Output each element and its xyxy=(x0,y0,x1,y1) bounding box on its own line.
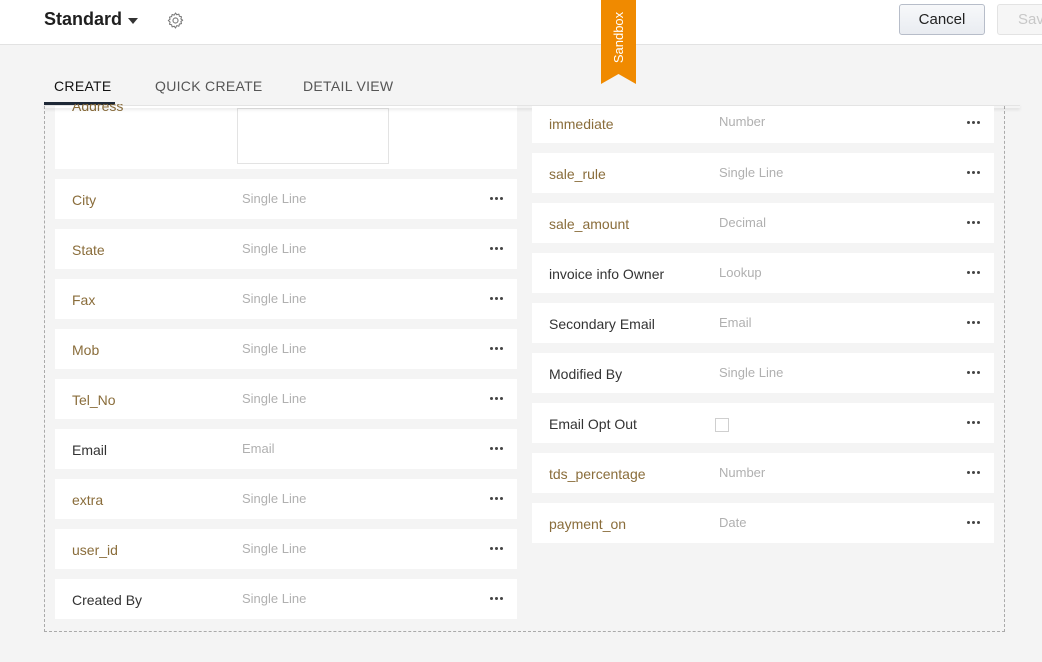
more-options-icon[interactable] xyxy=(490,397,504,401)
field-label: Secondary Email xyxy=(549,316,655,332)
field-label: invoice info Owner xyxy=(549,266,665,282)
field-label: sale_rule xyxy=(549,166,606,182)
more-options-icon[interactable] xyxy=(967,221,981,225)
field-type: Single Line xyxy=(242,541,307,556)
field-label: Email xyxy=(72,442,108,458)
more-options-icon[interactable] xyxy=(490,547,504,551)
field-label: Email Opt Out xyxy=(549,416,637,432)
more-options-icon[interactable] xyxy=(967,371,981,375)
address-field-card[interactable]: Address xyxy=(55,104,517,169)
field-card-fax[interactable]: Fax Single Line xyxy=(55,279,517,319)
address-textarea-preview xyxy=(237,108,389,164)
field-label: Created By xyxy=(72,592,143,608)
chevron-down-icon[interactable] xyxy=(128,18,138,24)
layout-title[interactable]: Standard xyxy=(44,9,122,30)
field-type: Single Line xyxy=(242,241,307,256)
field-card-payment-on[interactable]: payment_on Date xyxy=(532,503,994,543)
field-card-state[interactable]: State Single Line xyxy=(55,229,517,269)
field-label: payment_on xyxy=(549,516,627,532)
field-label: State xyxy=(72,242,105,258)
field-card-immediate[interactable]: immediate Number xyxy=(532,106,994,143)
more-options-icon[interactable] xyxy=(967,421,981,425)
field-type: Number xyxy=(719,114,766,129)
field-type: Single Line xyxy=(242,591,307,606)
field-card-created-by[interactable]: Created By Single Line xyxy=(55,579,517,619)
field-card-tel-no[interactable]: Tel_No Single Line xyxy=(55,379,517,419)
field-card-sale-rule[interactable]: sale_rule Single Line xyxy=(532,153,994,193)
more-options-icon[interactable] xyxy=(490,297,504,301)
tab-detail-view[interactable]: DETAIL VIEW xyxy=(303,78,393,94)
more-options-icon[interactable] xyxy=(490,247,504,251)
field-label: City xyxy=(72,192,97,208)
tab-create[interactable]: CREATE xyxy=(54,78,112,94)
field-label: Mob xyxy=(72,342,100,358)
field-card-secondary-email[interactable]: Secondary Email Email xyxy=(532,303,994,343)
field-label: extra xyxy=(72,492,104,508)
more-options-icon[interactable] xyxy=(967,121,981,125)
field-card-user-id[interactable]: user_id Single Line xyxy=(55,529,517,569)
field-type: Email xyxy=(719,315,752,330)
field-type: Email xyxy=(242,441,275,456)
more-options-icon[interactable] xyxy=(490,347,504,351)
more-options-icon[interactable] xyxy=(967,171,981,175)
field-type: Single Line xyxy=(719,365,784,380)
field-type: Single Line xyxy=(242,391,307,406)
field-type: Date xyxy=(719,515,747,530)
field-label: tds_percentage xyxy=(549,466,646,482)
save-button[interactable]: Save xyxy=(997,4,1042,35)
field-type: Single Line xyxy=(719,165,784,180)
field-card-city[interactable]: City Single Line xyxy=(55,179,517,219)
field-card-invoice-info-owner[interactable]: invoice info Owner Lookup xyxy=(532,253,994,293)
more-options-icon[interactable] xyxy=(490,197,504,201)
field-type: Single Line xyxy=(242,191,307,206)
field-type: Decimal xyxy=(719,215,766,230)
field-card-sale-amount[interactable]: sale_amount Decimal xyxy=(532,203,994,243)
field-label: Fax xyxy=(72,292,96,308)
field-label: user_id xyxy=(72,542,118,558)
field-type: Single Line xyxy=(242,341,307,356)
more-options-icon[interactable] xyxy=(490,497,504,501)
field-card-tds-percentage[interactable]: tds_percentage Number xyxy=(532,453,994,493)
field-label: immediate xyxy=(549,116,614,132)
more-options-icon[interactable] xyxy=(490,597,504,601)
more-options-icon[interactable] xyxy=(490,447,504,451)
cancel-button[interactable]: Cancel xyxy=(899,4,985,35)
field-card-extra[interactable]: extra Single Line xyxy=(55,479,517,519)
field-type: Single Line xyxy=(242,291,307,306)
field-type: Lookup xyxy=(719,265,762,280)
field-card-email[interactable]: Email Email xyxy=(55,429,517,469)
gear-icon[interactable] xyxy=(166,11,185,30)
field-type: Number xyxy=(719,465,766,480)
top-bar: Standard Cancel Save xyxy=(0,0,1042,45)
layout-tabs: CREATE QUICK CREATE DETAIL VIEW xyxy=(44,62,1020,106)
field-type: Single Line xyxy=(242,491,307,506)
field-label: sale_amount xyxy=(549,216,630,232)
field-card-email-opt-out[interactable]: Email Opt Out xyxy=(532,403,994,443)
sandbox-label: Sandbox xyxy=(611,11,627,63)
field-label: Modified By xyxy=(549,366,623,382)
more-options-icon[interactable] xyxy=(967,521,981,525)
more-options-icon[interactable] xyxy=(967,471,981,475)
field-card-modified-by[interactable]: Modified By Single Line xyxy=(532,353,994,393)
checkbox-preview xyxy=(715,418,729,432)
more-options-icon[interactable] xyxy=(967,271,981,275)
tab-quick-create[interactable]: QUICK CREATE xyxy=(155,78,263,94)
field-label: Tel_No xyxy=(72,392,116,408)
field-card-mob[interactable]: Mob Single Line xyxy=(55,329,517,369)
more-options-icon[interactable] xyxy=(967,321,981,325)
